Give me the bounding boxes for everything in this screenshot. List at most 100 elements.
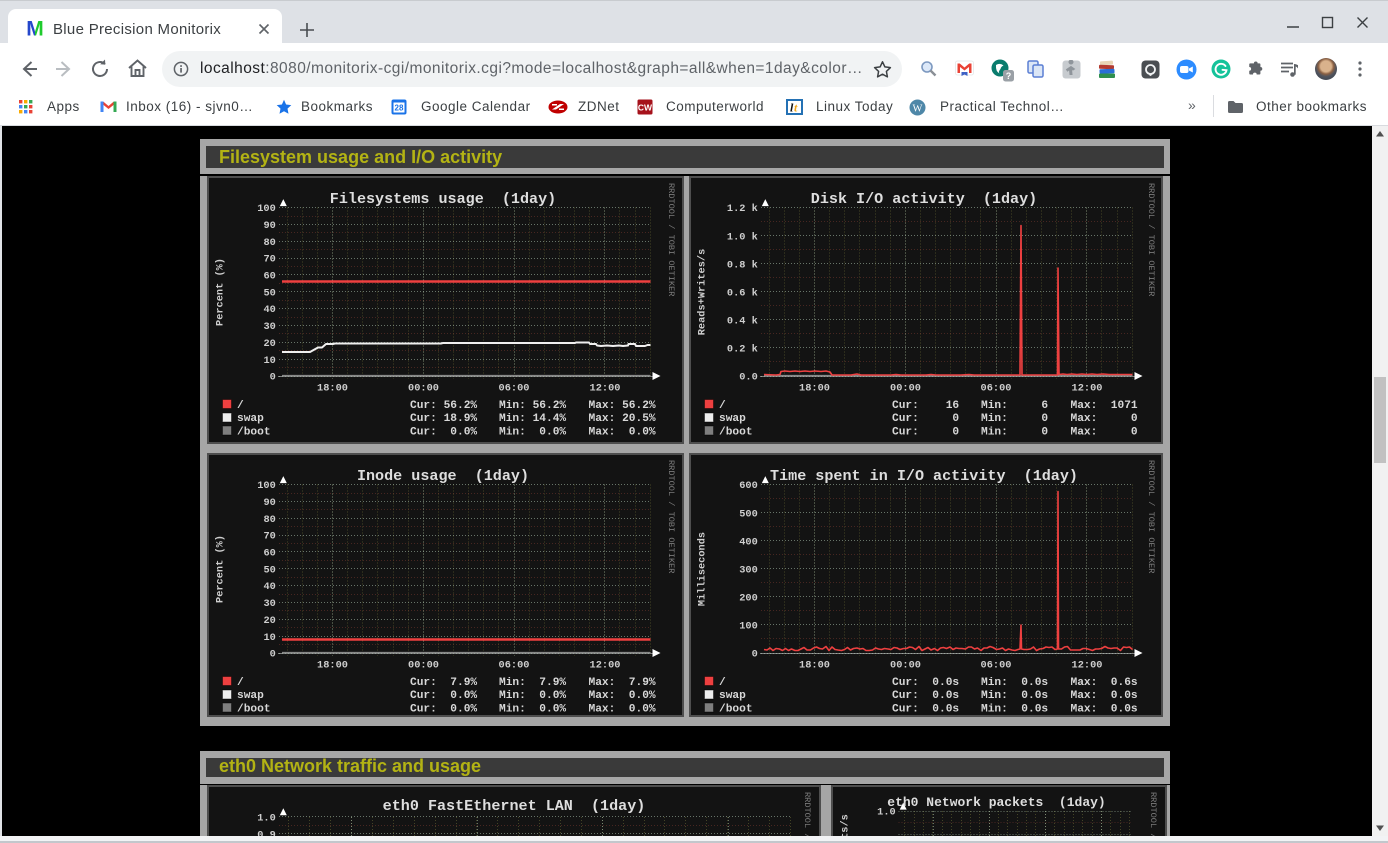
svg-text:12:00: 12:00 [1071,382,1102,394]
svg-text:RRDTOOL / TOBI OETIKER: RRDTOOL / TOBI OETIKER [802,792,812,837]
svg-text:RRDTOOL / TOBI OETIKER: RRDTOOL / TOBI OETIKER [666,183,676,296]
svg-text:Cur: 0.0s: Cur: 0.0s [892,690,959,702]
svg-text:0: 0 [270,371,276,383]
svg-text:/boot: /boot [237,426,271,438]
svg-text:00:00: 00:00 [890,660,921,672]
svg-text:swap: swap [719,690,746,702]
svg-text:Min: 14.4%: Min: 14.4% [499,413,566,425]
svg-text:12:00: 12:00 [590,660,621,672]
svg-text:18:00: 18:00 [799,382,830,394]
svg-text:Max: 0.0%: Max: 0.0% [589,426,656,438]
svg-text:swap: swap [237,413,264,425]
svg-text:Cur: 0: Cur: 0 [892,426,959,438]
svg-text:500: 500 [739,509,758,521]
svg-text:60: 60 [263,270,275,282]
svg-text:/: / [237,677,244,689]
svg-text:0.2 k: 0.2 k [726,343,757,355]
svg-text:swap: swap [237,690,264,702]
svg-text:Min: 0.0%: Min: 0.0% [499,690,566,702]
svg-text:00:00: 00:00 [890,382,921,394]
svg-text:70: 70 [263,531,275,543]
svg-text:Cur: 0.0%: Cur: 0.0% [410,426,477,438]
svg-text:Max: 0: Max: 0 [1070,426,1137,438]
svg-text:Min: 0.0%: Min: 0.0% [499,426,566,438]
svg-text:Min: 0.0s: Min: 0.0s [981,704,1048,716]
svg-text:swap: swap [719,413,746,425]
svg-text:10: 10 [263,632,275,644]
svg-text:0.0: 0.0 [739,371,758,383]
svg-text:06:00: 06:00 [499,382,530,394]
svg-text:00:00: 00:00 [408,660,439,672]
svg-text:90: 90 [263,497,275,509]
svg-text:12:00: 12:00 [1071,660,1102,672]
svg-text:Max: 0.0s: Max: 0.0s [1070,704,1137,716]
svg-text:Min: 0: Min: 0 [981,413,1048,425]
svg-text:Max: 20.5%: Max: 20.5% [589,413,656,425]
svg-text:Cur: 0.0s: Cur: 0.0s [892,704,959,716]
svg-text:30: 30 [263,321,275,333]
svg-text:00:00: 00:00 [408,382,439,394]
svg-text:Cur: 7.9%: Cur: 7.9% [410,677,477,689]
svg-text:Cur: 0: Cur: 0 [892,413,959,425]
svg-text:/: / [719,400,726,412]
svg-text:18:00: 18:00 [799,660,830,672]
svg-text:1.0 k: 1.0 k [726,231,757,243]
svg-text:Max: 0.0%: Max: 0.0% [589,690,656,702]
svg-text:40: 40 [263,304,275,316]
svg-text:18:00: 18:00 [317,660,348,672]
svg-text:Max: 0.0s: Max: 0.0s [1070,690,1137,702]
svg-text:12:00: 12:00 [590,382,621,394]
svg-text:200: 200 [739,593,758,605]
svg-text:30: 30 [263,598,275,610]
svg-text:Max: 7.9%: Max: 7.9% [589,677,656,689]
svg-text:Min: 0.0s: Min: 0.0s [981,690,1048,702]
svg-text:80: 80 [263,514,275,526]
svg-text:Cur: 0.0s: Cur: 0.0s [892,677,959,689]
svg-text:Max: 0: Max: 0 [1070,413,1137,425]
svg-text:/: / [237,400,244,412]
svg-text:10: 10 [263,355,275,367]
svg-text:20: 20 [263,338,275,350]
svg-text:/boot: /boot [719,704,753,716]
svg-text:Reads+Writes/s: Reads+Writes/s [696,248,708,335]
svg-text:80: 80 [263,237,275,249]
svg-text:Time spent in I/O activity (1: Time spent in I/O activity (1day) [770,467,1078,485]
svg-text:0: 0 [751,649,757,661]
svg-text:400: 400 [739,537,758,549]
svg-text:Max: 0.0%: Max: 0.0% [589,704,656,716]
svg-text:Percent (%): Percent (%) [215,258,227,326]
svg-text:Max: 1071: Max: 1071 [1070,400,1137,412]
svg-text:Cur: 56.2%: Cur: 56.2% [410,400,477,412]
svg-text:CW: CW [638,103,653,113]
svg-text:Min: 56.2%: Min: 56.2% [499,400,566,412]
svg-text:70: 70 [263,253,275,265]
svg-text:RRDTOOL / TOBI OETIKER: RRDTOOL / TOBI OETIKER [1146,183,1156,296]
svg-text:100: 100 [739,621,758,633]
svg-text:40: 40 [263,581,275,593]
svg-text:0.8 k: 0.8 k [726,259,757,271]
svg-text:20: 20 [263,615,275,627]
svg-text:Min: 0.0s: Min: 0.0s [981,677,1048,689]
svg-text:/boot: /boot [237,704,271,716]
svg-text:Cur: 0.0%: Cur: 0.0% [410,704,477,716]
svg-text:Min: 6: Min: 6 [981,400,1048,412]
svg-text:Milliseconds: Milliseconds [696,532,708,606]
svg-text:90: 90 [263,220,275,232]
svg-text:eth0 Network packets (1day): eth0 Network packets (1day) [887,795,1105,810]
svg-text:/: / [719,677,726,689]
svg-text:300: 300 [739,565,758,577]
svg-text:Cur: 0.0%: Cur: 0.0% [410,690,477,702]
svg-text:1.2 k: 1.2 k [726,203,757,215]
svg-text:Disk I/O activity (1day): Disk I/O activity (1day) [810,190,1036,208]
svg-text:RRDTOOL / TOBI OETIKER: RRDTOOL / TOBI OETIKER [1148,792,1158,837]
svg-text:Max: 0.6s: Max: 0.6s [1070,677,1137,689]
svg-text:50: 50 [263,287,275,299]
svg-text:Inode usage (1day): Inode usage (1day) [357,467,529,485]
svg-text:?: ? [1006,71,1012,81]
svg-text:eth0 FastEthernet LAN (1day): eth0 FastEthernet LAN (1day) [383,797,646,815]
svg-text:RRDTOOL / TOBI OETIKER: RRDTOOL / TOBI OETIKER [666,460,676,573]
svg-text:/boot: /boot [719,426,753,438]
svg-text:Min: 0.0%: Min: 0.0% [499,704,566,716]
svg-text:06:00: 06:00 [980,382,1011,394]
svg-text:Max: 56.2%: Max: 56.2% [589,400,656,412]
